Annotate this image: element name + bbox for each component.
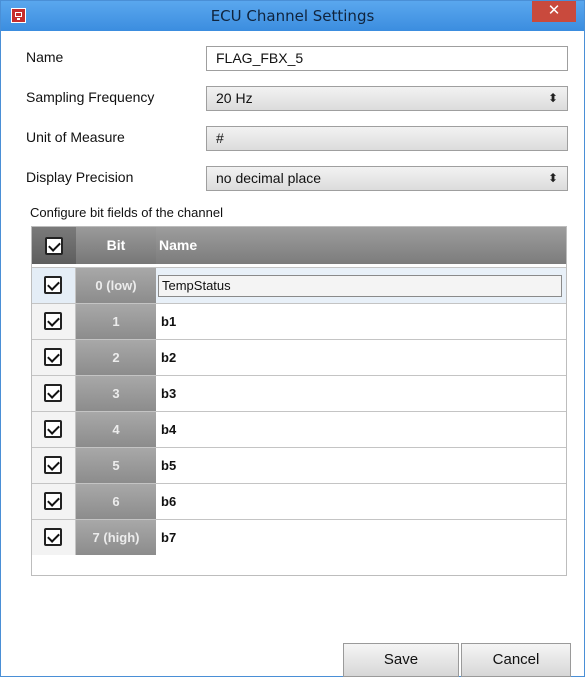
table-row[interactable]: 5 b5 bbox=[32, 447, 566, 483]
table-row[interactable]: 7 (high) b7 bbox=[32, 519, 566, 555]
row-check-cell bbox=[32, 268, 76, 303]
name-cell[interactable]: b2 bbox=[156, 340, 566, 375]
close-button[interactable]: ✕ bbox=[532, 1, 576, 22]
display-precision-value: no decimal place bbox=[216, 170, 322, 186]
cancel-button[interactable]: Cancel bbox=[461, 643, 571, 677]
table-row[interactable]: 6 b6 bbox=[32, 483, 566, 519]
name-cell[interactable]: b6 bbox=[156, 484, 566, 519]
unit-of-measure-label: Unit of Measure bbox=[26, 129, 125, 145]
row-checkbox[interactable] bbox=[44, 456, 62, 474]
row-checkbox[interactable] bbox=[44, 384, 62, 402]
row-check-cell bbox=[32, 520, 76, 555]
name-cell[interactable]: b7 bbox=[156, 520, 566, 555]
row-checkbox[interactable] bbox=[44, 528, 62, 546]
table-row[interactable]: 1 b1 bbox=[32, 303, 566, 339]
row-checkbox[interactable] bbox=[44, 348, 62, 366]
bit-cell: 2 bbox=[76, 340, 156, 375]
sampling-frequency-select[interactable]: 20 Hz ⬍ bbox=[206, 86, 568, 111]
bit-cell: 5 bbox=[76, 448, 156, 483]
unit-of-measure-input[interactable]: # bbox=[206, 126, 568, 151]
dialog-content: Name FLAG_FBX_5 Sampling Frequency 20 Hz… bbox=[1, 31, 584, 677]
row-checkbox[interactable] bbox=[44, 276, 62, 294]
name-cell[interactable]: b3 bbox=[156, 376, 566, 411]
bit-name-editor[interactable]: TempStatus bbox=[158, 275, 562, 297]
table-row[interactable]: 3 b3 bbox=[32, 375, 566, 411]
bit-cell: 4 bbox=[76, 412, 156, 447]
sampling-frequency-value: 20 Hz bbox=[216, 90, 253, 106]
name-cell[interactable]: b4 bbox=[156, 412, 566, 447]
table-row[interactable]: 2 b2 bbox=[32, 339, 566, 375]
bitfields-table: Bit Name 0 (low) TempStatus 1 b1 2 b2 3 … bbox=[31, 226, 567, 576]
name-input[interactable]: FLAG_FBX_5 bbox=[206, 46, 568, 71]
row-checkbox[interactable] bbox=[44, 420, 62, 438]
display-precision-label: Display Precision bbox=[26, 169, 134, 185]
table-header: Bit Name bbox=[32, 227, 566, 264]
window-title: ECU Channel Settings bbox=[210, 7, 375, 25]
row-checkbox[interactable] bbox=[44, 312, 62, 330]
name-cell[interactable]: TempStatus bbox=[156, 268, 566, 303]
table-row[interactable]: 0 (low) TempStatus bbox=[32, 267, 566, 303]
sampling-frequency-label: Sampling Frequency bbox=[26, 89, 155, 105]
close-icon: ✕ bbox=[547, 2, 561, 19]
select-arrows-icon: ⬍ bbox=[547, 171, 558, 185]
header-select-all[interactable] bbox=[32, 227, 76, 264]
select-arrows-icon: ⬍ bbox=[547, 91, 558, 105]
name-label: Name bbox=[26, 49, 64, 65]
ecu-channel-settings-dialog: ECU Channel Settings ✕ Name FLAG_FBX_5 S… bbox=[0, 0, 585, 677]
row-checkbox[interactable] bbox=[44, 492, 62, 510]
table-row[interactable]: 4 b4 bbox=[32, 411, 566, 447]
bit-cell: 0 (low) bbox=[76, 268, 156, 303]
row-check-cell bbox=[32, 376, 76, 411]
name-cell[interactable]: b1 bbox=[156, 304, 566, 339]
row-check-cell bbox=[32, 448, 76, 483]
name-column-header[interactable]: Name bbox=[156, 227, 569, 264]
bit-cell: 7 (high) bbox=[76, 520, 156, 555]
title-bar[interactable]: ECU Channel Settings ✕ bbox=[1, 1, 584, 31]
bitfields-caption: Configure bit fields of the channel bbox=[30, 205, 223, 220]
bit-column-header[interactable]: Bit bbox=[76, 227, 156, 264]
row-check-cell bbox=[32, 340, 76, 375]
row-check-cell bbox=[32, 412, 76, 447]
bit-cell: 3 bbox=[76, 376, 156, 411]
name-cell[interactable]: b5 bbox=[156, 448, 566, 483]
bit-cell: 1 bbox=[76, 304, 156, 339]
bit-cell: 6 bbox=[76, 484, 156, 519]
row-check-cell bbox=[32, 484, 76, 519]
save-button[interactable]: Save bbox=[343, 643, 459, 677]
select-all-checkbox[interactable] bbox=[45, 237, 63, 255]
row-check-cell bbox=[32, 304, 76, 339]
display-precision-select[interactable]: no decimal place ⬍ bbox=[206, 166, 568, 191]
